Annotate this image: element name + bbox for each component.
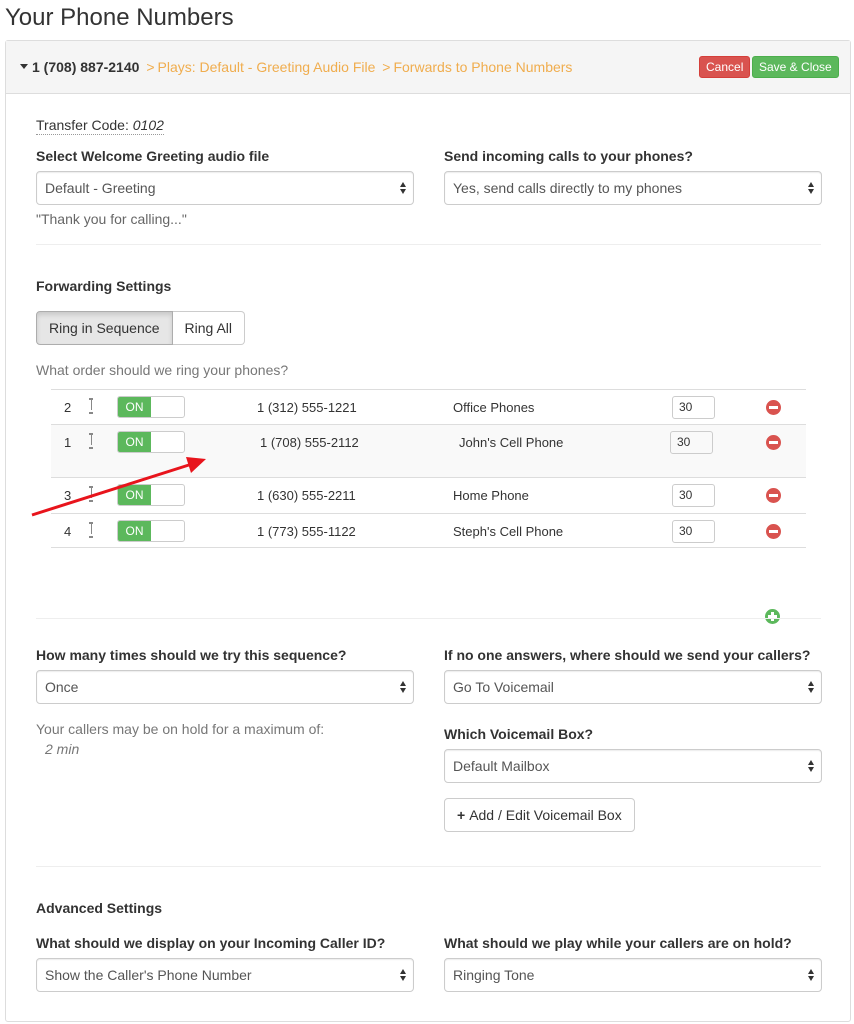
chevron-right-icon: > [382,59,391,75]
select-arrows-icon [400,180,407,196]
no-answer-select[interactable]: Go To Voicemail [444,670,822,704]
ring-in-sequence-button[interactable]: Ring in Sequence [36,311,173,345]
row-order: 4 [64,524,72,539]
no-answer-label: If no one answers, where should we send … [444,647,811,663]
row-phone-number: 1 (708) 555-2112 [260,435,359,450]
select-arrows-icon [808,180,815,196]
phone-number-title[interactable]: 1 (708) 887-2140 [32,59,139,75]
transfer-code-label: Transfer Code: [36,117,129,133]
remove-circle-icon[interactable] [766,400,781,415]
row-order: 1 [64,435,72,450]
voicemail-label: Which Voicemail Box? [444,726,594,742]
table-row[interactable]: 4 ON 1 (773) 555-1122 Steph's Cell Phone… [51,513,806,548]
greeting-select[interactable]: Default - Greeting [36,171,414,205]
ring-mode-group: Ring in Sequence Ring All [36,311,245,345]
ring-seconds-input[interactable]: 30 [670,431,713,454]
phone-list: 2 ON 1 (312) 555-1221 Office Phones 30 1… [51,389,806,548]
divider [36,618,821,619]
remove-circle-icon[interactable] [766,435,781,450]
callerid-select[interactable]: Show the Caller's Phone Number [36,958,414,992]
row-phone-name: John's Cell Phone [459,435,564,450]
hold-music-select-value: Ringing Tone [453,967,535,983]
transfer-code: Transfer Code: 0102 [36,117,164,135]
callerid-label: What should we display on your Incoming … [36,935,386,951]
select-arrows-icon [808,758,815,774]
plus-icon: + [457,807,466,823]
row-phone-number: 1 (312) 555-1221 [257,400,357,415]
breadcrumb[interactable]: 1 (708) 887-2140 > Plays: Default - Greet… [20,59,572,75]
callerid-select-value: Show the Caller's Phone Number [45,967,252,983]
hold-note: Your callers may be on hold for a maximu… [36,721,325,737]
sequence-select[interactable]: Once [36,670,414,704]
on-off-toggle[interactable]: ON [117,431,185,453]
sequence-select-value: Once [45,679,79,695]
select-arrows-icon [400,679,407,695]
voicemail-select[interactable]: Default Mailbox [444,749,822,783]
table-row[interactable]: 2 ON 1 (312) 555-1221 Office Phones 30 [51,389,806,424]
add-phone-icon[interactable] [765,609,780,624]
incoming-select-value: Yes, send calls directly to my phones [453,180,683,196]
incoming-label: Send incoming calls to your phones? [444,148,693,164]
table-row[interactable]: 1 ON 1 (708) 555-2112 John's Cell Phone … [51,424,806,478]
hold-music-label: What should we play while your callers a… [444,935,792,951]
page-title: Your Phone Numbers [5,4,234,31]
hold-music-select[interactable]: Ringing Tone [444,958,822,992]
remove-circle-icon[interactable] [766,524,781,539]
greeting-label: Select Welcome Greeting audio file [36,148,270,164]
transfer-code-value: 0102 [132,117,164,133]
order-question: What order should we ring your phones? [36,362,289,378]
ring-seconds-input[interactable]: 30 [672,396,715,419]
toggle-on-label: ON [118,397,151,417]
caret-down-icon[interactable] [20,63,28,69]
select-arrows-icon [808,967,815,983]
drag-handle-icon[interactable] [89,486,95,502]
row-phone-number: 1 (773) 555-1122 [257,524,356,539]
cancel-button[interactable]: Cancel [699,56,751,78]
no-answer-select-value: Go To Voicemail [453,679,554,695]
add-edit-voicemail-label: Add / Edit Voicemail Box [469,807,622,823]
sequence-label: How many times should we try this sequen… [36,647,347,663]
divider [36,244,821,245]
ring-seconds-input[interactable]: 30 [672,520,715,543]
chevron-right-icon: > [146,59,155,75]
add-edit-voicemail-button[interactable]: + Add / Edit Voicemail Box [444,798,635,832]
on-off-toggle[interactable]: ON [117,396,185,418]
drag-handle-icon[interactable] [89,522,95,538]
remove-circle-icon[interactable] [766,488,781,503]
save-close-button[interactable]: Save & Close [752,56,839,78]
row-order: 2 [64,400,72,415]
toggle-on-label: ON [118,521,151,541]
row-phone-number: 1 (630) 555-2211 [257,488,356,503]
advanced-heading: Advanced Settings [36,900,163,916]
hold-duration: 2 min [45,741,80,757]
toggle-on-label: ON [118,485,151,505]
ring-seconds-input[interactable]: 30 [672,484,715,507]
drag-handle-icon[interactable] [89,433,95,449]
forwarding-heading: Forwarding Settings [36,278,172,294]
breadcrumb-plays[interactable]: Plays: Default - Greeting Audio File [158,59,376,75]
select-arrows-icon [400,967,407,983]
voicemail-select-value: Default Mailbox [453,758,550,774]
row-order: 3 [64,488,72,503]
row-phone-name: Steph's Cell Phone [453,524,564,539]
panel-header: 1 (708) 887-2140 > Plays: Default - Greet… [6,41,850,94]
breadcrumb-forwards[interactable]: Forwards to Phone Numbers [393,59,572,75]
greeting-preview: "Thank you for calling..." [36,211,187,227]
row-phone-name: Office Phones [453,400,535,415]
greeting-select-value: Default - Greeting [45,180,156,196]
row-phone-name: Home Phone [453,488,529,503]
incoming-select[interactable]: Yes, send calls directly to my phones [444,171,822,205]
phone-number-panel: 1 (708) 887-2140 > Plays: Default - Greet… [5,40,851,1022]
drag-handle-icon[interactable] [89,398,95,414]
on-off-toggle[interactable]: ON [117,484,185,506]
divider [36,866,821,867]
toggle-on-label: ON [118,432,151,452]
ring-all-button[interactable]: Ring All [172,311,245,345]
on-off-toggle[interactable]: ON [117,520,185,542]
select-arrows-icon [808,679,815,695]
table-row[interactable]: 3 ON 1 (630) 555-2211 Home Phone 30 [51,478,806,513]
